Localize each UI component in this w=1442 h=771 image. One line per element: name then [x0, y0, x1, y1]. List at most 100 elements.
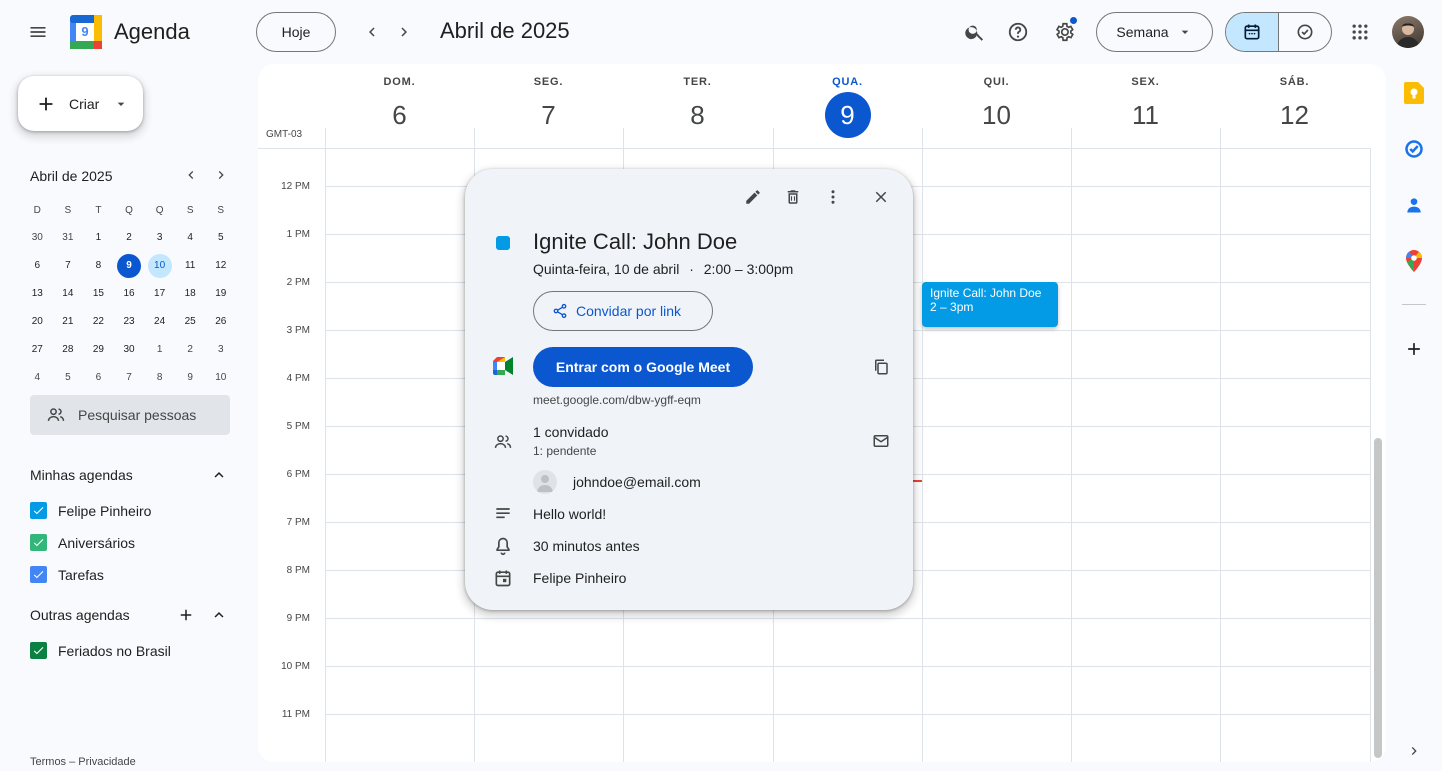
- mini-day[interactable]: 6: [22, 254, 53, 278]
- view-selector[interactable]: Semana: [1096, 12, 1213, 52]
- account-avatar[interactable]: [1392, 16, 1424, 48]
- mini-day[interactable]: 17: [144, 282, 175, 306]
- calendar-item-holidays[interactable]: Feriados no Brasil: [30, 642, 171, 659]
- checkbox-checked[interactable]: [30, 566, 47, 583]
- copy-meet-link-button[interactable]: [869, 355, 893, 379]
- mini-day[interactable]: 7: [114, 366, 145, 390]
- mini-day[interactable]: 30: [114, 338, 145, 362]
- mini-day[interactable]: 19: [205, 282, 236, 306]
- my-calendars-collapse-button[interactable]: [207, 463, 231, 487]
- mini-day[interactable]: 12: [205, 254, 236, 278]
- prev-week-button[interactable]: [356, 16, 388, 48]
- mini-day[interactable]: 7: [53, 254, 84, 278]
- mini-day[interactable]: 2: [175, 338, 206, 362]
- mini-day[interactable]: 4: [175, 226, 206, 250]
- other-calendars-collapse-button[interactable]: [207, 603, 231, 627]
- mini-day[interactable]: 9: [175, 366, 206, 390]
- day-number[interactable]: 9: [824, 92, 871, 138]
- delete-event-button[interactable]: [781, 185, 805, 209]
- mini-day[interactable]: 26: [205, 310, 236, 334]
- day-number[interactable]: 10: [974, 92, 1020, 138]
- vertical-scrollbar[interactable]: [1374, 438, 1382, 758]
- close-popup-button[interactable]: [869, 185, 893, 209]
- edit-event-button[interactable]: [741, 185, 765, 209]
- join-meet-button[interactable]: Entrar com o Google Meet: [533, 347, 753, 387]
- day-header-sun[interactable]: DOM. 6: [325, 64, 474, 138]
- day-header-wed-today[interactable]: QUA. 9: [773, 64, 922, 138]
- tasks-mode-button[interactable]: [1279, 13, 1332, 51]
- mini-calendar-prev-button[interactable]: [180, 164, 202, 186]
- day-header-mon[interactable]: SEG. 7: [474, 64, 623, 138]
- mini-day[interactable]: 5: [53, 366, 84, 390]
- mini-day[interactable]: 16: [114, 282, 145, 306]
- search-people-field[interactable]: Pesquisar pessoas: [30, 395, 230, 435]
- day-number[interactable]: 11: [1123, 92, 1169, 138]
- next-week-button[interactable]: [388, 16, 420, 48]
- guest-email[interactable]: johndoe@email.com: [573, 474, 701, 490]
- more-options-button[interactable]: [821, 185, 845, 209]
- mini-day[interactable]: 23: [114, 310, 145, 334]
- mini-day[interactable]: 25: [175, 310, 206, 334]
- settings-button[interactable]: [1048, 16, 1080, 48]
- tasks-app-button[interactable]: [1402, 137, 1426, 161]
- maps-app-button[interactable]: [1402, 249, 1426, 273]
- create-button[interactable]: Criar: [18, 76, 143, 131]
- invite-by-link-button[interactable]: Convidar por link: [533, 291, 713, 331]
- mini-calendar-next-button[interactable]: [210, 164, 232, 186]
- keep-app-button[interactable]: [1402, 81, 1426, 105]
- day-header-sat[interactable]: SÁB. 12: [1220, 64, 1369, 138]
- mini-day[interactable]: 4: [22, 366, 53, 390]
- mini-day[interactable]: 31: [53, 226, 84, 250]
- contacts-app-button[interactable]: [1402, 193, 1426, 217]
- mini-day[interactable]: 29: [83, 338, 114, 362]
- meet-url[interactable]: meet.google.com/dbw-ygff-eqm: [533, 393, 701, 407]
- day-number[interactable]: 7: [526, 92, 572, 138]
- mini-day[interactable]: 21: [53, 310, 84, 334]
- today-button[interactable]: Hoje: [256, 12, 336, 52]
- day-number[interactable]: 8: [675, 92, 721, 138]
- mini-day[interactable]: 10: [205, 366, 236, 390]
- get-addons-button[interactable]: [1402, 337, 1426, 361]
- day-header-thu[interactable]: QUI. 10: [922, 64, 1071, 138]
- mini-day[interactable]: 2: [114, 226, 145, 250]
- mini-day[interactable]: 3: [205, 338, 236, 362]
- event-chip[interactable]: Ignite Call: John Doe 2 – 3pm: [922, 282, 1058, 327]
- mini-day[interactable]: 8: [83, 254, 114, 278]
- mini-day[interactable]: 6: [83, 366, 114, 390]
- calendar-mode-button[interactable]: [1226, 13, 1279, 51]
- main-menu-button[interactable]: [22, 16, 54, 48]
- mini-day[interactable]: 14: [53, 282, 84, 306]
- mini-day[interactable]: 18: [175, 282, 206, 306]
- mini-day[interactable]: 1: [144, 338, 175, 362]
- mini-day[interactable]: 24: [144, 310, 175, 334]
- mini-day[interactable]: 13: [22, 282, 53, 306]
- checkbox-checked[interactable]: [30, 642, 47, 659]
- mini-day[interactable]: 28: [53, 338, 84, 362]
- mini-day[interactable]: 1: [83, 226, 114, 250]
- email-guests-button[interactable]: [869, 429, 893, 453]
- mini-day[interactable]: 3: [144, 226, 175, 250]
- app-logo[interactable]: 9: [70, 15, 102, 49]
- help-button[interactable]: [1002, 16, 1034, 48]
- calendar-item-felipe[interactable]: Felipe Pinheiro: [30, 502, 151, 519]
- mini-day[interactable]: 27: [22, 338, 53, 362]
- day-header-tue[interactable]: TER. 8: [623, 64, 772, 138]
- expand-side-panel-button[interactable]: [1402, 739, 1426, 763]
- day-header-fri[interactable]: SEX. 11: [1071, 64, 1220, 138]
- search-button[interactable]: [959, 16, 991, 48]
- checkbox-checked[interactable]: [30, 502, 47, 519]
- mini-day-selected[interactable]: 10: [144, 254, 175, 278]
- apps-launcher-button[interactable]: [1344, 16, 1376, 48]
- mini-day-today[interactable]: 9: [114, 254, 145, 278]
- mini-day[interactable]: 5: [205, 226, 236, 250]
- day-number[interactable]: 6: [377, 92, 423, 138]
- checkbox-checked[interactable]: [30, 534, 47, 551]
- calendar-item-tasks[interactable]: Tarefas: [30, 566, 104, 583]
- day-number[interactable]: 12: [1272, 92, 1318, 138]
- mini-day[interactable]: 11: [175, 254, 206, 278]
- mini-day[interactable]: 22: [83, 310, 114, 334]
- add-other-calendar-button[interactable]: [174, 603, 198, 627]
- footer-links[interactable]: Termos – Privacidade: [30, 756, 136, 768]
- mini-day[interactable]: 8: [144, 366, 175, 390]
- calendar-item-birthdays[interactable]: Aniversários: [30, 534, 135, 551]
